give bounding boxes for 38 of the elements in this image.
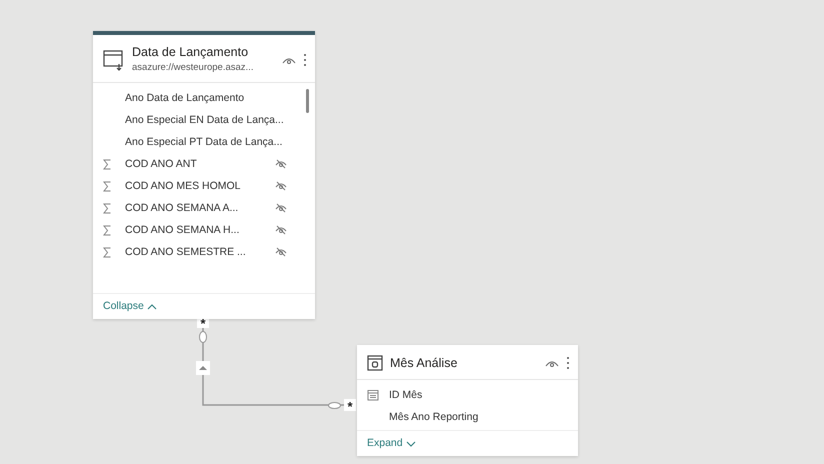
table-card[interactable]: Mês Análise ID Mês Mês Ano Reporting Expand (357, 345, 578, 456)
table-title: Mês Análise (390, 356, 458, 370)
field-name[interactable]: Mês Ano Reporting (389, 410, 550, 424)
field-name[interactable]: Ano Especial EN Data de Lança... (125, 113, 287, 127)
field-name[interactable]: Ano Data de Lançamento (125, 91, 287, 105)
table-icon (103, 48, 125, 70)
chevron-up-icon (146, 304, 157, 310)
field-name[interactable]: COD ANO ANT (125, 157, 275, 171)
sigma-icon (103, 202, 111, 214)
sigma-icon (103, 158, 111, 170)
cardinality-mark: * (344, 399, 356, 411)
field-name[interactable]: COD ANO SEMANA H... (125, 223, 275, 237)
table-icon (367, 355, 383, 371)
field-name[interactable]: COD ANO MES HOMOL (125, 179, 275, 193)
more-icon[interactable] (566, 356, 570, 370)
cardinality-oval-icon (328, 402, 341, 409)
cardinality-oval-icon (199, 331, 207, 343)
expand-link[interactable]: Expand (367, 437, 416, 450)
chevron-down-icon (406, 440, 416, 446)
more-icon[interactable] (303, 52, 307, 66)
table-source: asazure://westeurope.asaz... (132, 62, 254, 74)
hidden-icon[interactable] (275, 246, 287, 258)
hidden-icon[interactable] (275, 202, 287, 214)
sigma-icon (103, 180, 111, 192)
hidden-icon[interactable] (275, 158, 287, 170)
field-name[interactable]: COD ANO SEMANA A... (125, 201, 275, 215)
field-name[interactable]: Ano Especial PT Data de Lança... (125, 135, 287, 149)
collapse-link[interactable]: Collapse (103, 300, 157, 313)
hidden-icon[interactable] (275, 224, 287, 236)
sigma-icon (103, 224, 111, 236)
sigma-icon (103, 246, 111, 258)
scrollbar-thumb[interactable] (306, 89, 309, 113)
table-card[interactable] (93, 31, 315, 319)
table-title: Data de Lançamento (132, 45, 250, 60)
field-name[interactable]: COD ANO SEMESTRE ... (125, 245, 275, 259)
calendar-icon (367, 389, 379, 401)
hidden-icon[interactable] (275, 180, 287, 192)
field-name[interactable]: ID Mês (389, 388, 550, 402)
